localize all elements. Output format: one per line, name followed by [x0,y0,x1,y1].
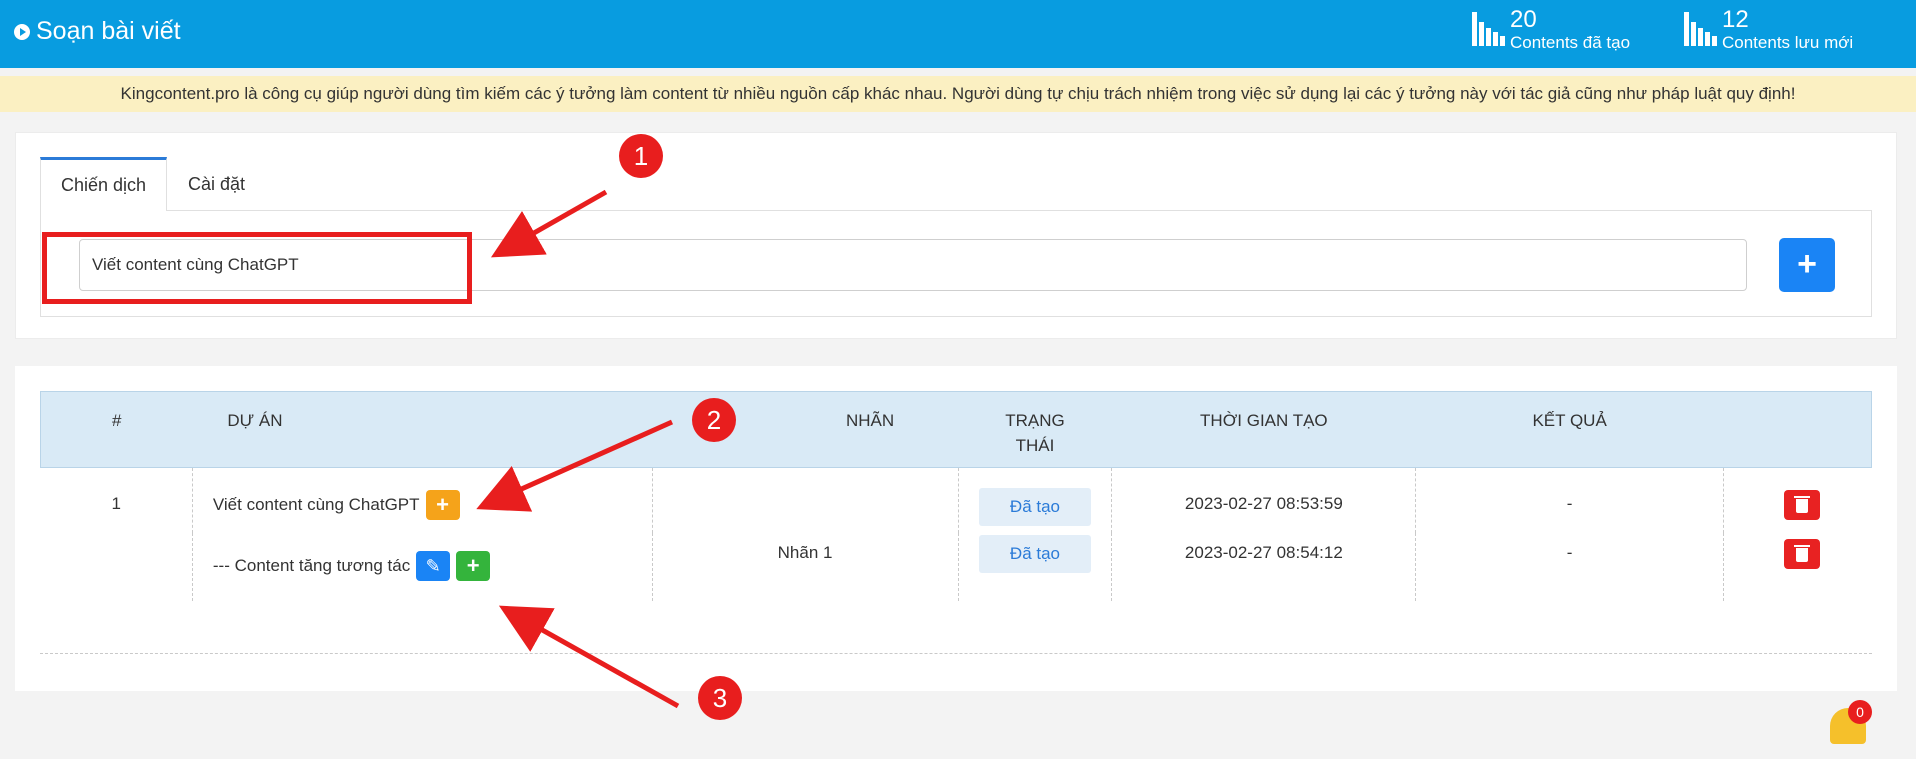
row-tag: Nhãn 1 [651,532,958,601]
table-header-row: # DỰ ÁN NHÃN TRẠNG THÁI THỜI GIAN TẠO KẾ… [40,391,1872,468]
projects-card: # DỰ ÁN NHÃN TRẠNG THÁI THỜI GIAN TẠO KẾ… [15,366,1897,691]
col-header-index: # [111,411,122,430]
page-title-text: Soạn bài viết [36,17,181,45]
row-project: Viết content cùng ChatGPT + [191,467,653,533]
trash-icon[interactable] [1784,490,1821,520]
play-circle-icon [14,23,30,40]
annotation-marker-3: 3 [698,676,742,720]
tab-settings[interactable]: Cài đặt [168,157,265,211]
project-name: --- Content tăng tương tác [212,555,411,575]
row-result: - [1415,532,1724,601]
col-header-status: TRẠNG THÁI [1005,411,1065,455]
notification-count: 0 [1848,700,1872,724]
row-created: 2023-02-27 08:53:59 [1111,467,1416,533]
add-content-button[interactable]: + [456,550,491,581]
row-index: 1 [111,494,121,513]
stat-saved: 12 Contents lưu mới [1682,8,1853,54]
annotation-marker-1: 1 [619,134,663,178]
table-row: 1 Viết content cùng ChatGPT + Đã tạo 202… [41,467,1872,533]
projects-table: # DỰ ÁN NHÃN TRẠNG THÁI THỜI GIAN TẠO KẾ… [40,391,1872,601]
stat-created-label: Contents đã tạo [1510,33,1631,52]
disclaimer-notice: Kingcontent.pro là công cụ giúp người dù… [0,76,1916,112]
table-row: --- Content tăng tương tác ✎ + Nhãn 1 Đã… [41,532,1872,601]
top-header: Soạn bài viết 20 Contents đã tạo 12 Cont… [0,0,1916,68]
stat-saved-value: 12 [1722,6,1749,33]
col-header-created: THỜI GIAN TẠO [1200,411,1328,430]
status-badge: Đã tạo [978,534,1091,573]
row-actions [1723,532,1872,601]
row-result: - [1415,467,1724,533]
status-badge: Đã tạo [978,488,1091,526]
page-title: Soạn bài viết [14,17,181,46]
add-campaign-button[interactable]: + [1779,238,1835,292]
project-name: Viết content cùng ChatGPT [212,495,420,514]
row-actions [1723,467,1872,533]
stat-created: 20 Contents đã tạo [1470,8,1630,54]
annotation-highlight-box [42,232,472,304]
table-divider [40,653,1872,654]
col-header-actions [1724,392,1872,468]
col-header-result: KẾT QUẢ [1532,411,1607,430]
row-index [41,533,193,601]
bar-chart-icon [1470,8,1505,46]
col-header-project: DỰ ÁN [227,411,283,430]
bar-chart-icon [1682,8,1717,46]
row-created: 2023-02-27 08:54:12 [1111,532,1416,601]
tab-campaign[interactable]: Chiến dịch [40,157,168,211]
pencil-icon[interactable]: ✎ [416,550,451,581]
stat-saved-label: Contents lưu mới [1722,33,1854,52]
row-tag [651,467,958,533]
trash-icon[interactable] [1784,538,1821,569]
notification-bell-icon[interactable]: 0 [1826,700,1872,750]
annotation-marker-2: 2 [692,398,736,442]
add-content-button[interactable]: + [425,490,460,520]
row-project: --- Content tăng tương tác ✎ + [191,532,653,601]
row-status: Đã tạo [957,467,1112,533]
stat-created-value: 20 [1510,6,1537,33]
row-status: Đã tạo [957,532,1112,601]
